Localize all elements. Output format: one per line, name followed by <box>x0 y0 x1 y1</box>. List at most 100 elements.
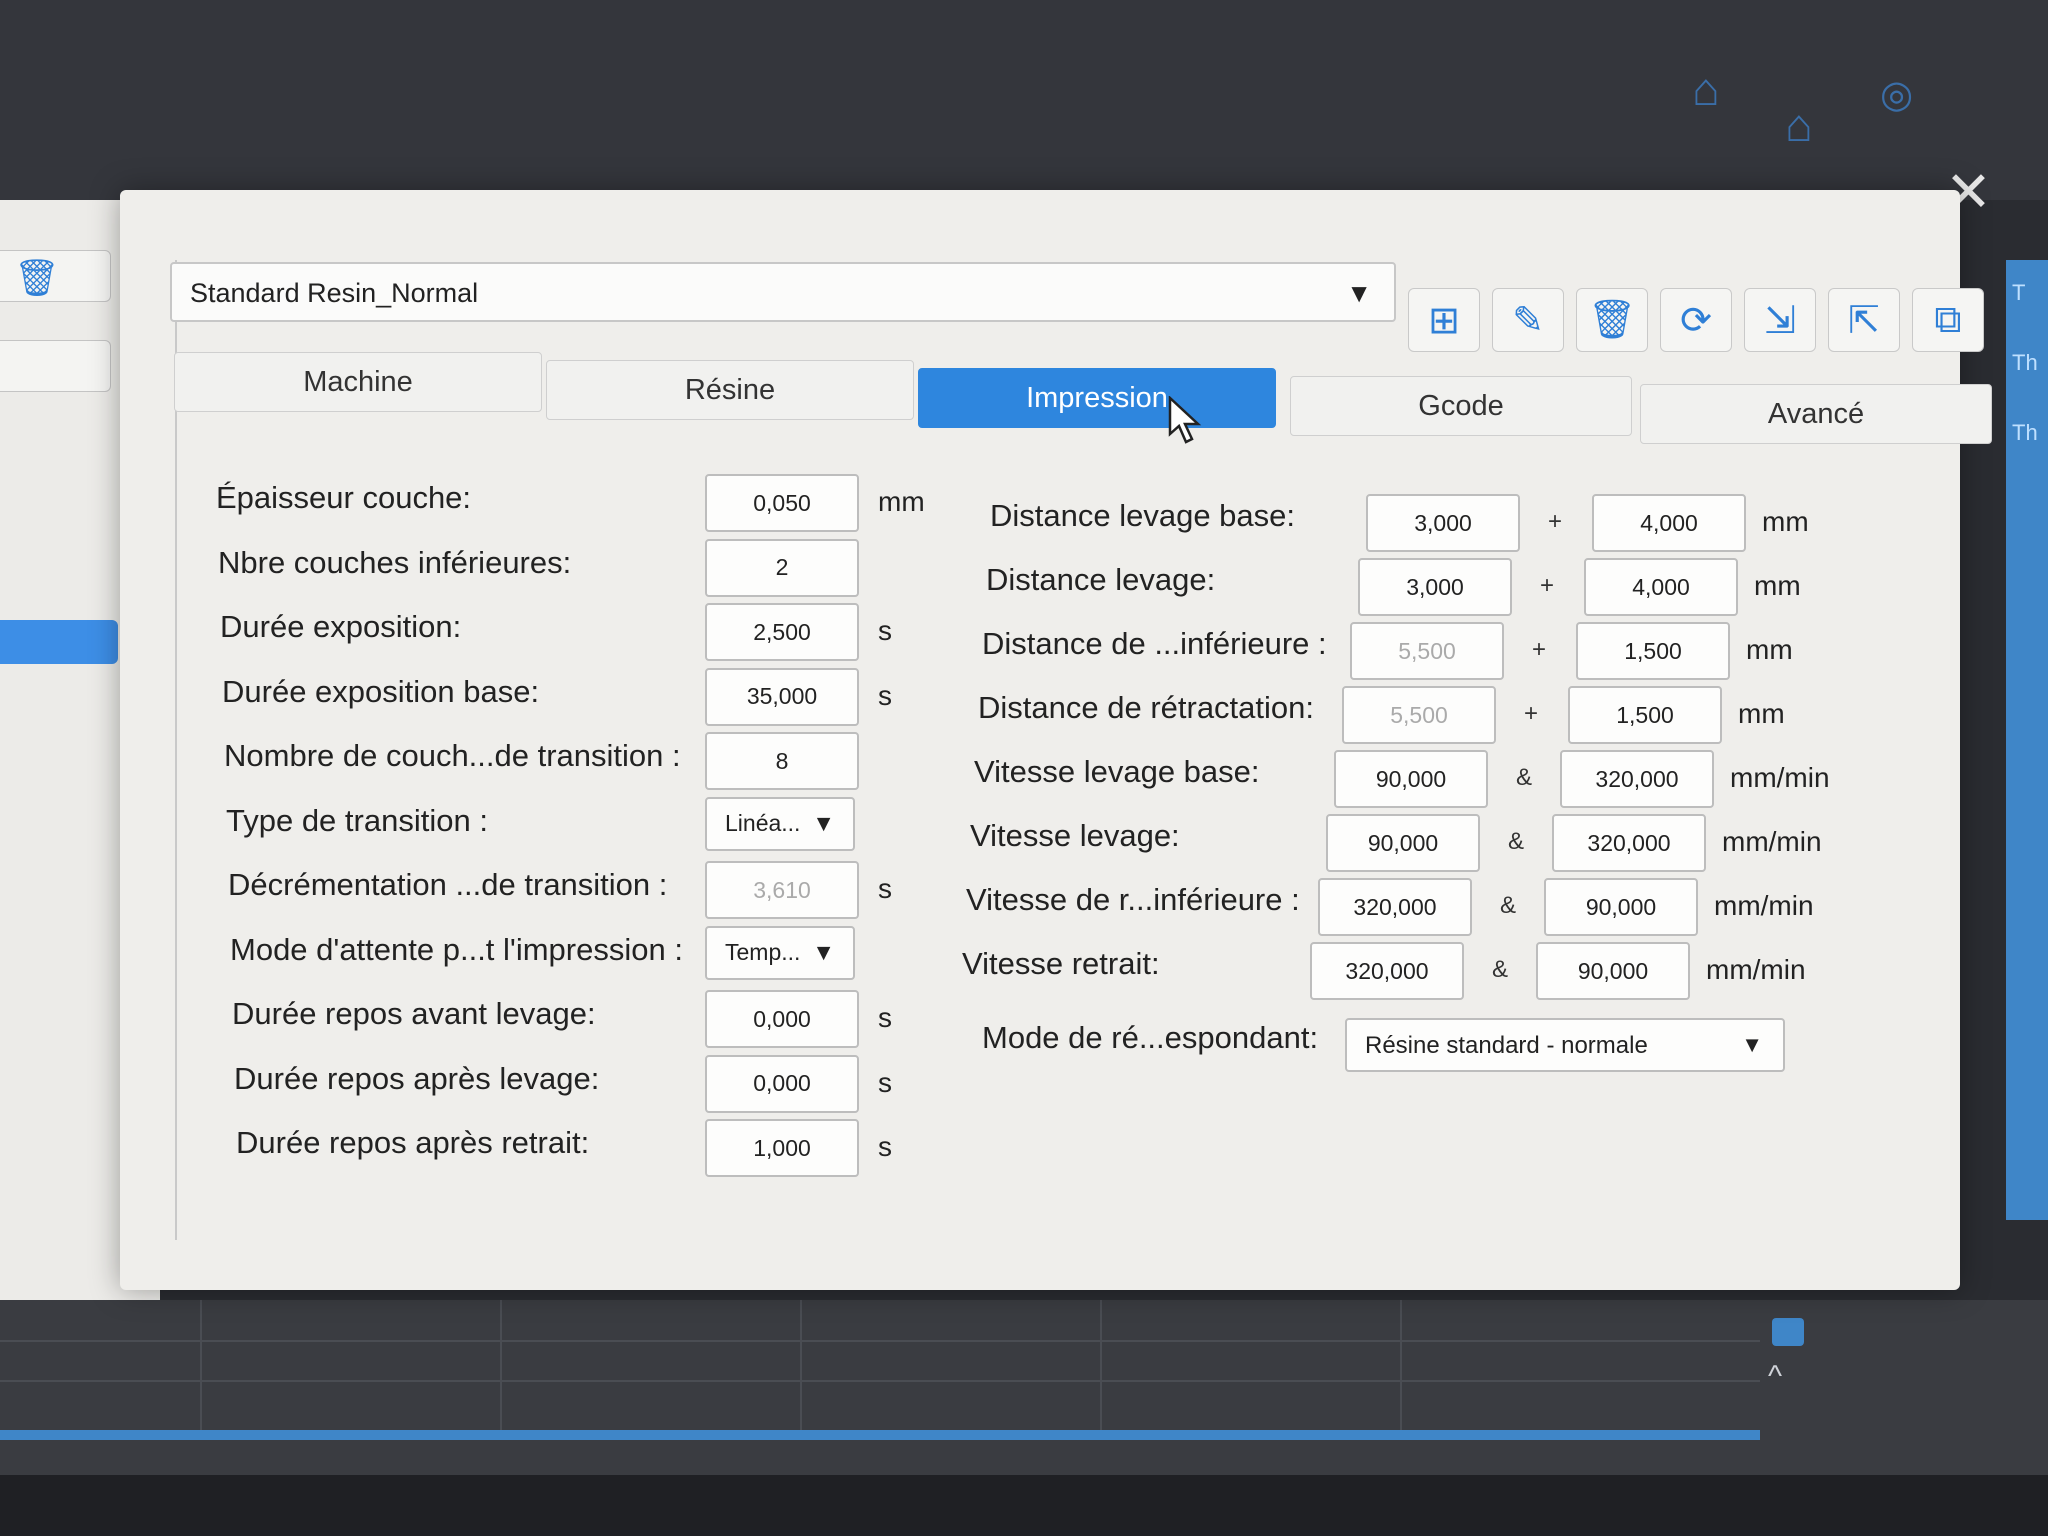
right-param-input-2[interactable]: 1,500 <box>1568 686 1722 744</box>
right-param-input-2[interactable]: 320,000 <box>1560 750 1714 808</box>
delete-profile-icon: 🗑 <box>1587 299 1637 341</box>
right-param-label: Vitesse retrait: <box>962 946 1160 981</box>
right-param-label: Distance levage: <box>986 562 1216 597</box>
right-param-input-2[interactable]: 320,000 <box>1552 814 1706 872</box>
right-param-input-1[interactable]: 90,000 <box>1326 814 1480 872</box>
left-param-label: Mode d'attente p...t l'impression : <box>230 931 683 967</box>
left-param-dropdown[interactable]: Temp... ▼ <box>705 925 855 980</box>
right-param-unit: mm/min <box>1714 890 1814 921</box>
left-param-value: 1,000 <box>753 1134 811 1161</box>
home-alt-icon[interactable]: ⌂ <box>1785 98 1813 152</box>
right-param-input-1[interactable]: 5,500 <box>1350 622 1504 680</box>
left-param-label: Décrémentation ...de transition : <box>228 867 668 902</box>
right-param-input-1[interactable]: 320,000 <box>1310 942 1464 1000</box>
import-profile-button[interactable]: ⇲ <box>1744 288 1816 352</box>
import-profile-icon: ⇲ <box>1764 299 1796 342</box>
left-param-label: Durée repos après levage: <box>234 1060 600 1096</box>
right-param-input-2[interactable]: 4,000 <box>1592 494 1746 552</box>
tab-résine[interactable]: Résine <box>546 360 914 420</box>
left-param-input[interactable]: 35,000 <box>705 667 859 726</box>
left-param-input[interactable]: 0,000 <box>705 990 859 1048</box>
chevron-down-icon: ▼ <box>812 810 835 836</box>
tab-machine[interactable]: Machine <box>174 352 542 412</box>
right-param-value-1: 90,000 <box>1367 829 1439 856</box>
right-param-unit: mm <box>1762 506 1809 537</box>
right-param-operator: & <box>1492 956 1509 983</box>
right-param-input-1[interactable]: 3,000 <box>1358 558 1512 616</box>
mode-dropdown[interactable]: Résine standard - normale ▼ <box>1345 1018 1785 1072</box>
right-param-input-1[interactable]: 5,500 <box>1342 686 1496 744</box>
side-tab-1[interactable]: T <box>2012 280 2025 306</box>
profile-dropdown[interactable]: Standard Resin_Normal ▼ <box>170 262 1396 322</box>
right-param-operator: & <box>1500 892 1517 919</box>
right-param-operator: & <box>1508 828 1525 855</box>
left-param-unit: s <box>878 679 892 711</box>
left-param-input[interactable]: 1,000 <box>705 1119 859 1177</box>
left-param-unit: s <box>878 1131 892 1162</box>
right-param-value-1: 3,000 <box>1406 573 1464 600</box>
right-param-value-2: 90,000 <box>1577 957 1649 984</box>
new-profile-button[interactable]: ⊞ <box>1408 288 1480 352</box>
left-param-input[interactable]: 0,050 <box>705 474 859 532</box>
app-background-top <box>0 0 2048 200</box>
left-param-unit: s <box>878 873 892 904</box>
right-param-unit: mm <box>1746 634 1793 665</box>
chevron-down-icon: ▼ <box>812 939 835 965</box>
right-param-label: Distance de rétractation: <box>978 690 1315 725</box>
right-param-value-1: 90,000 <box>1375 765 1447 792</box>
left-param-label: Nombre de couch...de transition : <box>224 738 681 773</box>
left-param-value: 35,000 <box>746 683 818 709</box>
eye-icon[interactable]: ◎ <box>1880 72 1913 117</box>
left-param-label: Nbre couches inférieures: <box>218 544 572 580</box>
edit-profile-button[interactable]: ✎ <box>1492 288 1564 352</box>
left-param-value: 8 <box>775 747 789 774</box>
mode-label: Mode de ré...espondant: <box>982 1020 1319 1055</box>
tab-gcode[interactable]: Gcode <box>1290 376 1632 436</box>
right-param-value-2: 1,500 <box>1624 637 1682 664</box>
right-param-label: Vitesse levage: <box>970 818 1180 853</box>
left-param-input[interactable]: 2,500 <box>705 603 859 661</box>
refresh-profile-icon: ⟳ <box>1680 299 1712 342</box>
delete-profile-button[interactable]: 🗑 <box>1576 288 1648 352</box>
export-profile-button[interactable]: ⇱ <box>1828 288 1900 352</box>
tab-impression[interactable]: Impression <box>918 368 1276 428</box>
left-param-input[interactable]: 0,000 <box>705 1054 859 1113</box>
left-delete-button[interactable]: 🗑 <box>0 250 111 302</box>
left-param-input[interactable]: 3,610 <box>705 861 859 919</box>
left-param-value: Linéa... <box>725 810 801 836</box>
copy-profile-button[interactable]: ⧉ <box>1912 288 1984 352</box>
left-param-unit: mm <box>878 486 925 517</box>
tab-avancé[interactable]: Avancé <box>1640 384 1992 444</box>
right-param-value-1: 5,500 <box>1398 637 1456 664</box>
side-tab-2[interactable]: Th <box>2012 350 2038 376</box>
right-param-value-1: 3,000 <box>1414 509 1472 536</box>
right-param-label: Distance levage base: <box>990 498 1296 533</box>
right-param-input-2[interactable]: 90,000 <box>1536 942 1690 1000</box>
chevron-down-icon: ▼ <box>1741 1032 1763 1057</box>
caret-up-icon[interactable]: ^ <box>1768 1360 1782 1394</box>
side-handle[interactable] <box>1772 1318 1804 1346</box>
right-param-unit: mm <box>1738 698 1785 729</box>
left-selected-item[interactable] <box>0 620 118 664</box>
left-param-value: 3,610 <box>753 876 811 903</box>
right-param-input-1[interactable]: 90,000 <box>1334 750 1488 808</box>
chevron-down-icon: ▼ <box>1346 278 1372 308</box>
right-param-input-2[interactable]: 4,000 <box>1584 558 1738 616</box>
right-param-input-1[interactable]: 3,000 <box>1366 494 1520 552</box>
right-param-input-2[interactable]: 1,500 <box>1576 622 1730 680</box>
left-panel-button[interactable] <box>0 340 111 392</box>
side-tab-3[interactable]: Th <box>2012 420 2038 446</box>
left-param-input[interactable]: 2 <box>705 538 859 597</box>
right-param-value-1: 5,500 <box>1390 701 1448 728</box>
left-param-dropdown[interactable]: Linéa... ▼ <box>705 796 855 851</box>
right-param-operator: + <box>1532 636 1547 663</box>
right-param-input-2[interactable]: 90,000 <box>1544 878 1698 936</box>
left-param-input[interactable]: 8 <box>705 732 859 790</box>
right-param-input-1[interactable]: 320,000 <box>1318 878 1472 936</box>
build-plate-edge <box>0 1430 1760 1440</box>
right-param-value-1: 320,000 <box>1345 957 1429 984</box>
refresh-profile-button[interactable]: ⟳ <box>1660 288 1732 352</box>
home-icon[interactable]: ⌂ <box>1692 62 1720 116</box>
right-param-operator: + <box>1548 508 1563 535</box>
right-param-value-2: 4,000 <box>1632 573 1690 600</box>
